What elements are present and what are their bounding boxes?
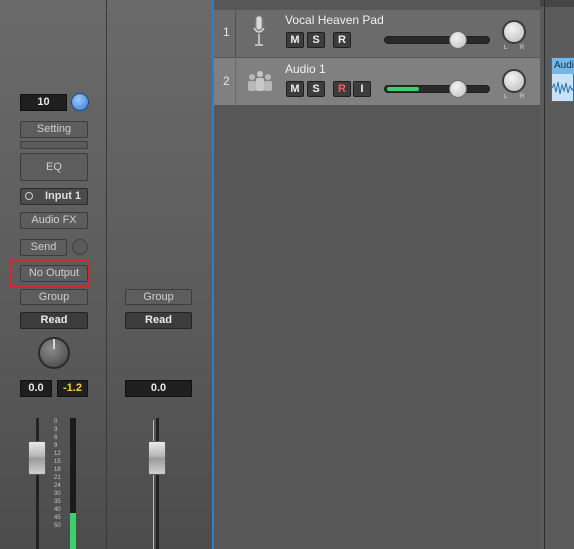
meter-scale-label: 12 (54, 451, 61, 457)
track-number: 1 (223, 25, 230, 39)
automation-button[interactable]: Read (20, 312, 88, 329)
track-num-divider (235, 10, 236, 57)
meter-scale-label: 21 (54, 475, 61, 481)
level-meter-fill (70, 513, 76, 549)
level-meter (70, 418, 76, 549)
pan-knob-icon[interactable] (502, 20, 526, 44)
meter-scale-label: 0 (54, 419, 58, 425)
record-button[interactable]: R (333, 81, 351, 97)
number-field[interactable]: 10 (20, 94, 67, 111)
send-button[interactable]: Send (20, 239, 67, 256)
fader-slot (36, 418, 39, 549)
audio-fx-button[interactable]: Audio FX (20, 212, 88, 229)
track-num-divider (235, 58, 236, 105)
track-name[interactable]: Audio 1 (285, 62, 326, 76)
fader-cap[interactable] (28, 441, 46, 475)
track-row[interactable]: 2 Audio 1 M S R I L R (214, 58, 540, 105)
solo-button[interactable]: S (307, 32, 325, 48)
volume-meter-fill (387, 87, 419, 91)
setting-slot (20, 141, 88, 149)
pan-knob-icon[interactable] (502, 69, 526, 93)
meter-scale-label: 15 (54, 459, 61, 465)
peak-value[interactable]: -1.2 (57, 380, 88, 397)
meter-scale-label: 40 (54, 507, 61, 513)
pan-left-label: L (504, 45, 508, 51)
pan-knob-pointer (53, 339, 55, 349)
meter-scale-label: 18 (54, 467, 61, 473)
track-row[interactable]: 1 Vocal Heaven Pad M S R L R (214, 10, 540, 57)
input-label: Input 1 (45, 190, 82, 202)
meter-scale: 0 3 6 9 12 15 18 21 24 30 35 40 45 50 (54, 418, 68, 549)
timeline-ruler (540, 0, 574, 7)
meter-scale-label: 9 (54, 443, 58, 449)
eq-button[interactable]: EQ (20, 153, 88, 181)
group-button[interactable]: Group (20, 289, 88, 305)
track-name[interactable]: Vocal Heaven Pad (285, 13, 384, 27)
solo-button[interactable]: S (307, 81, 325, 97)
meter-scale-label: 30 (54, 491, 61, 497)
audio-waveform (551, 74, 574, 101)
volume-slider[interactable] (384, 85, 490, 93)
input-knob-icon[interactable] (71, 93, 89, 111)
input-button[interactable]: Input 1 (20, 188, 88, 205)
pan-left-label: L (504, 94, 508, 100)
volume-slider[interactable] (384, 36, 490, 44)
group-button-2[interactable]: Group (125, 289, 192, 305)
timeline-gridline (544, 0, 545, 549)
fader-cap-2[interactable] (148, 441, 166, 475)
meter-scale-label: 3 (54, 427, 58, 433)
record-button[interactable]: R (333, 32, 351, 48)
input-ring-icon (25, 192, 33, 200)
mute-button[interactable]: M (286, 32, 304, 48)
meter-scale-label: 45 (54, 515, 61, 521)
volume-value[interactable]: 0.0 (20, 380, 52, 397)
pan-right-label: R (520, 94, 525, 100)
volume-value-2[interactable]: 0.0 (125, 380, 192, 397)
setting-button[interactable]: Setting (20, 121, 88, 138)
mute-button[interactable]: M (286, 81, 304, 97)
volume-slider-knob[interactable] (449, 31, 468, 49)
meter-scale-label: 35 (54, 499, 61, 505)
meter-scale-label: 6 (54, 435, 58, 441)
choir-icon (244, 68, 276, 94)
meter-scale-label: 50 (54, 523, 61, 529)
send-knob-icon[interactable] (72, 239, 88, 255)
automation-button-2[interactable]: Read (125, 312, 192, 329)
meter-scale-label: 24 (54, 483, 61, 489)
volume-slider-knob[interactable] (449, 80, 468, 98)
pan-right-label: R (520, 45, 525, 51)
input-monitor-button[interactable]: I (353, 81, 371, 97)
fader-slot-2 (156, 418, 159, 549)
audio-region-label: Audio 1 (552, 58, 574, 74)
track-number: 2 (223, 74, 230, 88)
output-button[interactable]: No Output (20, 265, 88, 282)
microphone-icon (252, 14, 266, 48)
